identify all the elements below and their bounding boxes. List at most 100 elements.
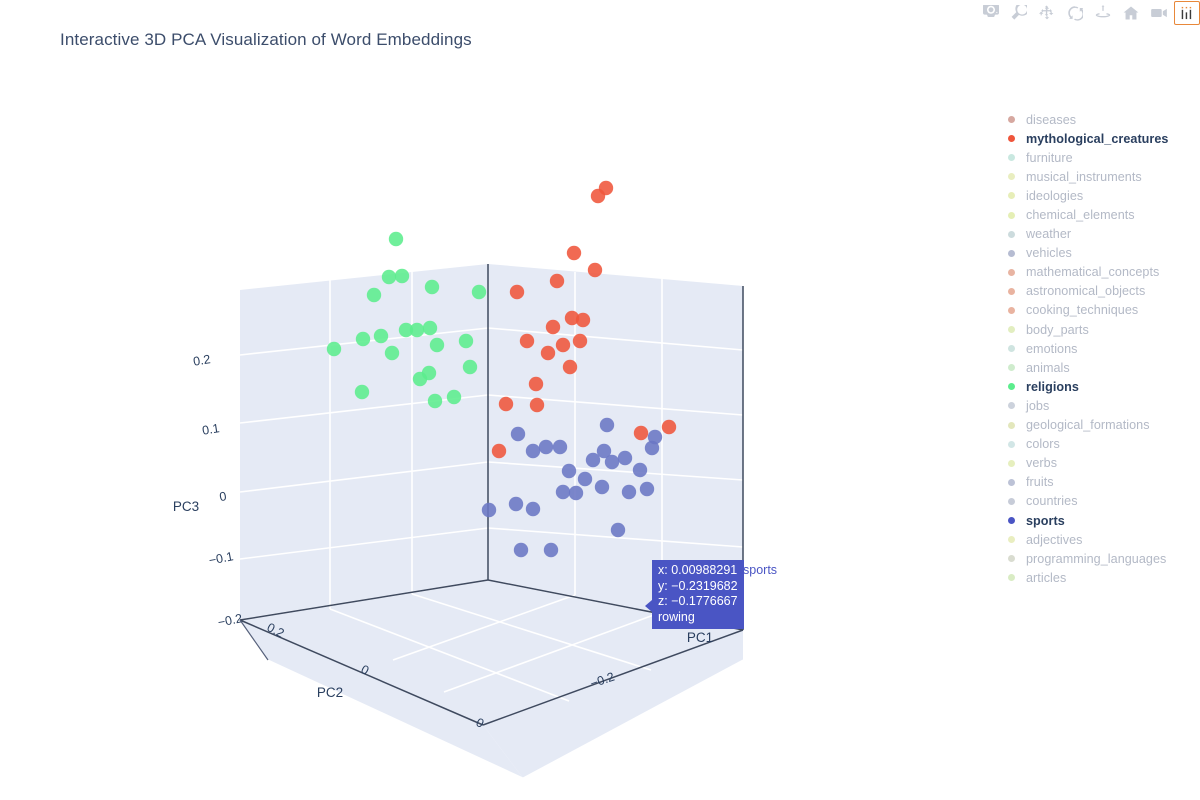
legend[interactable]: diseases mythological_creatures furniture m… <box>1006 110 1196 587</box>
data-point[interactable] <box>538 439 554 455</box>
scene-3d[interactable]: 0.2 0.1 0 −0.1 −0.2 PC3 0.2 0 0 PC2 0 −0… <box>0 60 980 800</box>
data-point[interactable] <box>639 481 655 497</box>
modebar[interactable] <box>978 0 1200 26</box>
data-point[interactable] <box>549 273 565 289</box>
legend-item-fruits[interactable]: fruits <box>1006 473 1196 492</box>
legend-item-furniture[interactable]: furniture <box>1006 148 1196 167</box>
legend-item-body_parts[interactable]: body_parts <box>1006 320 1196 339</box>
data-point[interactable] <box>564 310 580 326</box>
data-point[interactable] <box>594 479 610 495</box>
legend-item-musical_instruments[interactable]: musical_instruments <box>1006 167 1196 186</box>
data-point[interactable] <box>568 485 584 501</box>
data-point[interactable] <box>633 425 649 441</box>
data-point[interactable] <box>543 542 559 558</box>
data-point[interactable] <box>540 345 556 361</box>
toggle-hover-icon[interactable] <box>1174 1 1200 25</box>
legend-item-emotions[interactable]: emotions <box>1006 339 1196 358</box>
legend-item-mathematical_concepts[interactable]: mathematical_concepts <box>1006 263 1196 282</box>
zoom-icon[interactable] <box>1006 1 1032 25</box>
legend-item-colors[interactable]: colors <box>1006 435 1196 454</box>
data-point[interactable] <box>366 287 382 303</box>
legend-item-weather[interactable]: weather <box>1006 225 1196 244</box>
legend-item-countries[interactable]: countries <box>1006 492 1196 511</box>
data-point[interactable] <box>355 331 371 347</box>
data-point[interactable] <box>604 454 620 470</box>
legend-item-animals[interactable]: animals <box>1006 358 1196 377</box>
legend-item-jobs[interactable]: jobs <box>1006 396 1196 415</box>
legend-item-programming_languages[interactable]: programming_languages <box>1006 549 1196 568</box>
data-point[interactable] <box>525 501 541 517</box>
data-point[interactable] <box>552 439 568 455</box>
data-point[interactable] <box>610 522 626 538</box>
home-reset-icon[interactable] <box>1118 1 1144 25</box>
legend-item-astronomical_objects[interactable]: astronomical_objects <box>1006 282 1196 301</box>
legend-item-sports[interactable]: sports <box>1006 511 1196 530</box>
data-point[interactable] <box>471 284 487 300</box>
data-point[interactable] <box>424 279 440 295</box>
data-point[interactable] <box>394 268 410 284</box>
camera-icon[interactable] <box>978 1 1004 25</box>
data-point[interactable] <box>590 188 606 204</box>
data-point[interactable] <box>572 333 588 349</box>
data-point[interactable] <box>561 463 577 479</box>
data-point[interactable] <box>519 333 535 349</box>
data-point[interactable] <box>491 443 507 459</box>
data-point[interactable] <box>525 443 541 459</box>
legend-item-cooking_techniques[interactable]: cooking_techniques <box>1006 301 1196 320</box>
data-point[interactable] <box>373 328 389 344</box>
data-point[interactable] <box>562 359 578 375</box>
data-point[interactable] <box>529 397 545 413</box>
data-point[interactable] <box>513 542 529 558</box>
legend-item-adjectives[interactable]: adjectives <box>1006 530 1196 549</box>
data-point[interactable] <box>481 502 497 518</box>
data-point[interactable] <box>587 262 603 278</box>
data-point[interactable] <box>647 429 663 445</box>
data-point[interactable] <box>632 462 648 478</box>
data-point[interactable] <box>545 319 561 335</box>
data-point[interactable] <box>509 284 525 300</box>
orbit-rotate-icon[interactable] <box>1062 1 1088 25</box>
data-point[interactable] <box>326 341 342 357</box>
legend-item-geological_formations[interactable]: geological_formations <box>1006 416 1196 435</box>
legend-item-diseases[interactable]: diseases <box>1006 110 1196 129</box>
data-point[interactable] <box>427 393 443 409</box>
data-point[interactable] <box>498 396 514 412</box>
legend-item-articles[interactable]: articles <box>1006 568 1196 587</box>
data-point[interactable] <box>508 496 524 512</box>
data-point[interactable] <box>661 419 677 435</box>
turntable-rotate-icon[interactable] <box>1090 1 1116 25</box>
pc2-axis-title: PC2 <box>317 685 343 700</box>
data-point[interactable] <box>621 484 637 500</box>
legend-item-mythological_creatures[interactable]: mythological_creatures <box>1006 129 1196 148</box>
data-point[interactable] <box>446 389 462 405</box>
legend-marker-icon <box>1006 440 1026 448</box>
data-point[interactable] <box>528 376 544 392</box>
plot-area[interactable]: 0.2 0.1 0 −0.1 −0.2 PC3 0.2 0 0 PC2 0 −0… <box>0 60 980 800</box>
legend-item-ideologies[interactable]: ideologies <box>1006 186 1196 205</box>
data-point[interactable] <box>409 322 425 338</box>
data-point[interactable] <box>617 450 633 466</box>
data-point[interactable] <box>555 337 571 353</box>
legend-item-vehicles[interactable]: vehicles <box>1006 244 1196 263</box>
data-point[interactable] <box>458 333 474 349</box>
pan-icon[interactable] <box>1034 1 1060 25</box>
data-point[interactable] <box>421 365 437 381</box>
legend-item-chemical_elements[interactable]: chemical_elements <box>1006 205 1196 224</box>
data-point[interactable] <box>388 231 404 247</box>
legend-item-label: body_parts <box>1026 322 1089 337</box>
data-point[interactable] <box>555 484 571 500</box>
legend-item-verbs[interactable]: verbs <box>1006 454 1196 473</box>
data-point[interactable] <box>510 426 526 442</box>
tooltip-y-value: y: −0.2319682 <box>658 578 738 593</box>
data-point[interactable] <box>422 320 438 336</box>
data-point[interactable] <box>381 269 397 285</box>
data-point[interactable] <box>599 417 615 433</box>
data-point[interactable] <box>429 337 445 353</box>
legend-item-religions[interactable]: religions <box>1006 377 1196 396</box>
camera-eye-icon[interactable] <box>1146 1 1172 25</box>
data-point[interactable] <box>566 245 582 261</box>
data-point[interactable] <box>354 384 370 400</box>
data-point[interactable] <box>577 471 593 487</box>
data-point[interactable] <box>462 359 478 375</box>
data-point[interactable] <box>384 345 400 361</box>
